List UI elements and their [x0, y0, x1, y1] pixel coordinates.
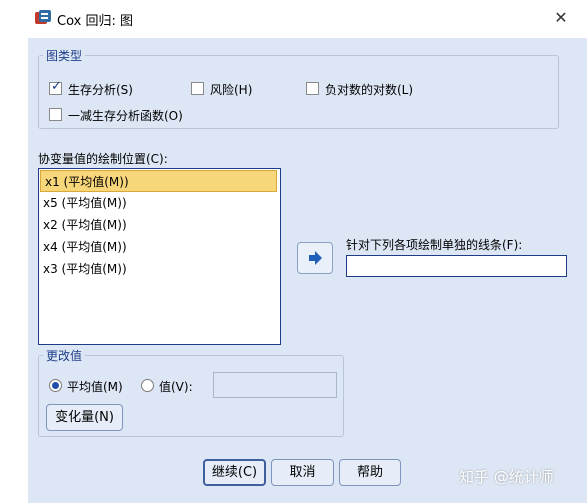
list-item[interactable]: x4 (平均值(M)) [39, 236, 280, 258]
change-value-legend: 更改值 [46, 349, 83, 363]
cancel-button[interactable]: 取消 [271, 459, 334, 486]
hazard-checkbox[interactable] [191, 82, 204, 95]
log-minus-log-checkbox[interactable] [306, 82, 319, 95]
watermark: 知乎 @统计师 [459, 468, 554, 486]
survival-checkbox[interactable]: ✓ [49, 79, 62, 95]
list-item[interactable]: x5 (平均值(M)) [39, 192, 280, 214]
list-item[interactable]: x2 (平均值(M)) [39, 214, 280, 236]
value-label: 值(V): [159, 380, 193, 394]
log-minus-log-label: 负对数的对数(L) [325, 83, 414, 97]
covariates-list[interactable]: x1 (平均值(M)) x5 (平均值(M)) x2 (平均值(M)) x4 (… [38, 168, 281, 345]
help-button[interactable]: 帮助 [339, 459, 401, 486]
one-minus-survival-label: 一减生存分析函数(O) [68, 109, 183, 123]
one-minus-survival-checkbox[interactable] [49, 108, 62, 121]
chart-type-legend: 图类型 [46, 49, 83, 63]
mean-radio[interactable] [49, 379, 62, 392]
right-arrow-icon [309, 251, 322, 265]
checkmark-icon: ✓ [51, 79, 62, 94]
value-field[interactable] [213, 372, 337, 398]
radio-selected-dot [52, 382, 59, 389]
survival-label: 生存分析(S) [68, 83, 133, 97]
hazard-label: 风险(H) [210, 83, 253, 97]
separate-lines-label: 针对下列各项绘制单独的线条(F): [346, 238, 523, 252]
change-button[interactable]: 变化量(N) [46, 404, 123, 431]
spss-dialog-icon [35, 10, 51, 24]
window-title: Cox 回归: 图 [57, 14, 133, 29]
list-item[interactable]: x3 (平均值(M)) [39, 258, 280, 280]
close-icon[interactable]: ✕ [552, 9, 570, 27]
title-bar: Cox 回归: 图 ✕ [0, 0, 587, 38]
value-radio[interactable] [141, 379, 154, 392]
mean-label: 平均值(M) [67, 380, 123, 394]
continue-button[interactable]: 继续(C) [203, 459, 266, 486]
list-item[interactable]: x1 (平均值(M)) [40, 170, 277, 192]
separate-lines-input[interactable] [346, 255, 567, 277]
move-to-lines-button[interactable] [297, 242, 333, 274]
covariates-label: 协变量值的绘制位置(C): [38, 152, 168, 166]
